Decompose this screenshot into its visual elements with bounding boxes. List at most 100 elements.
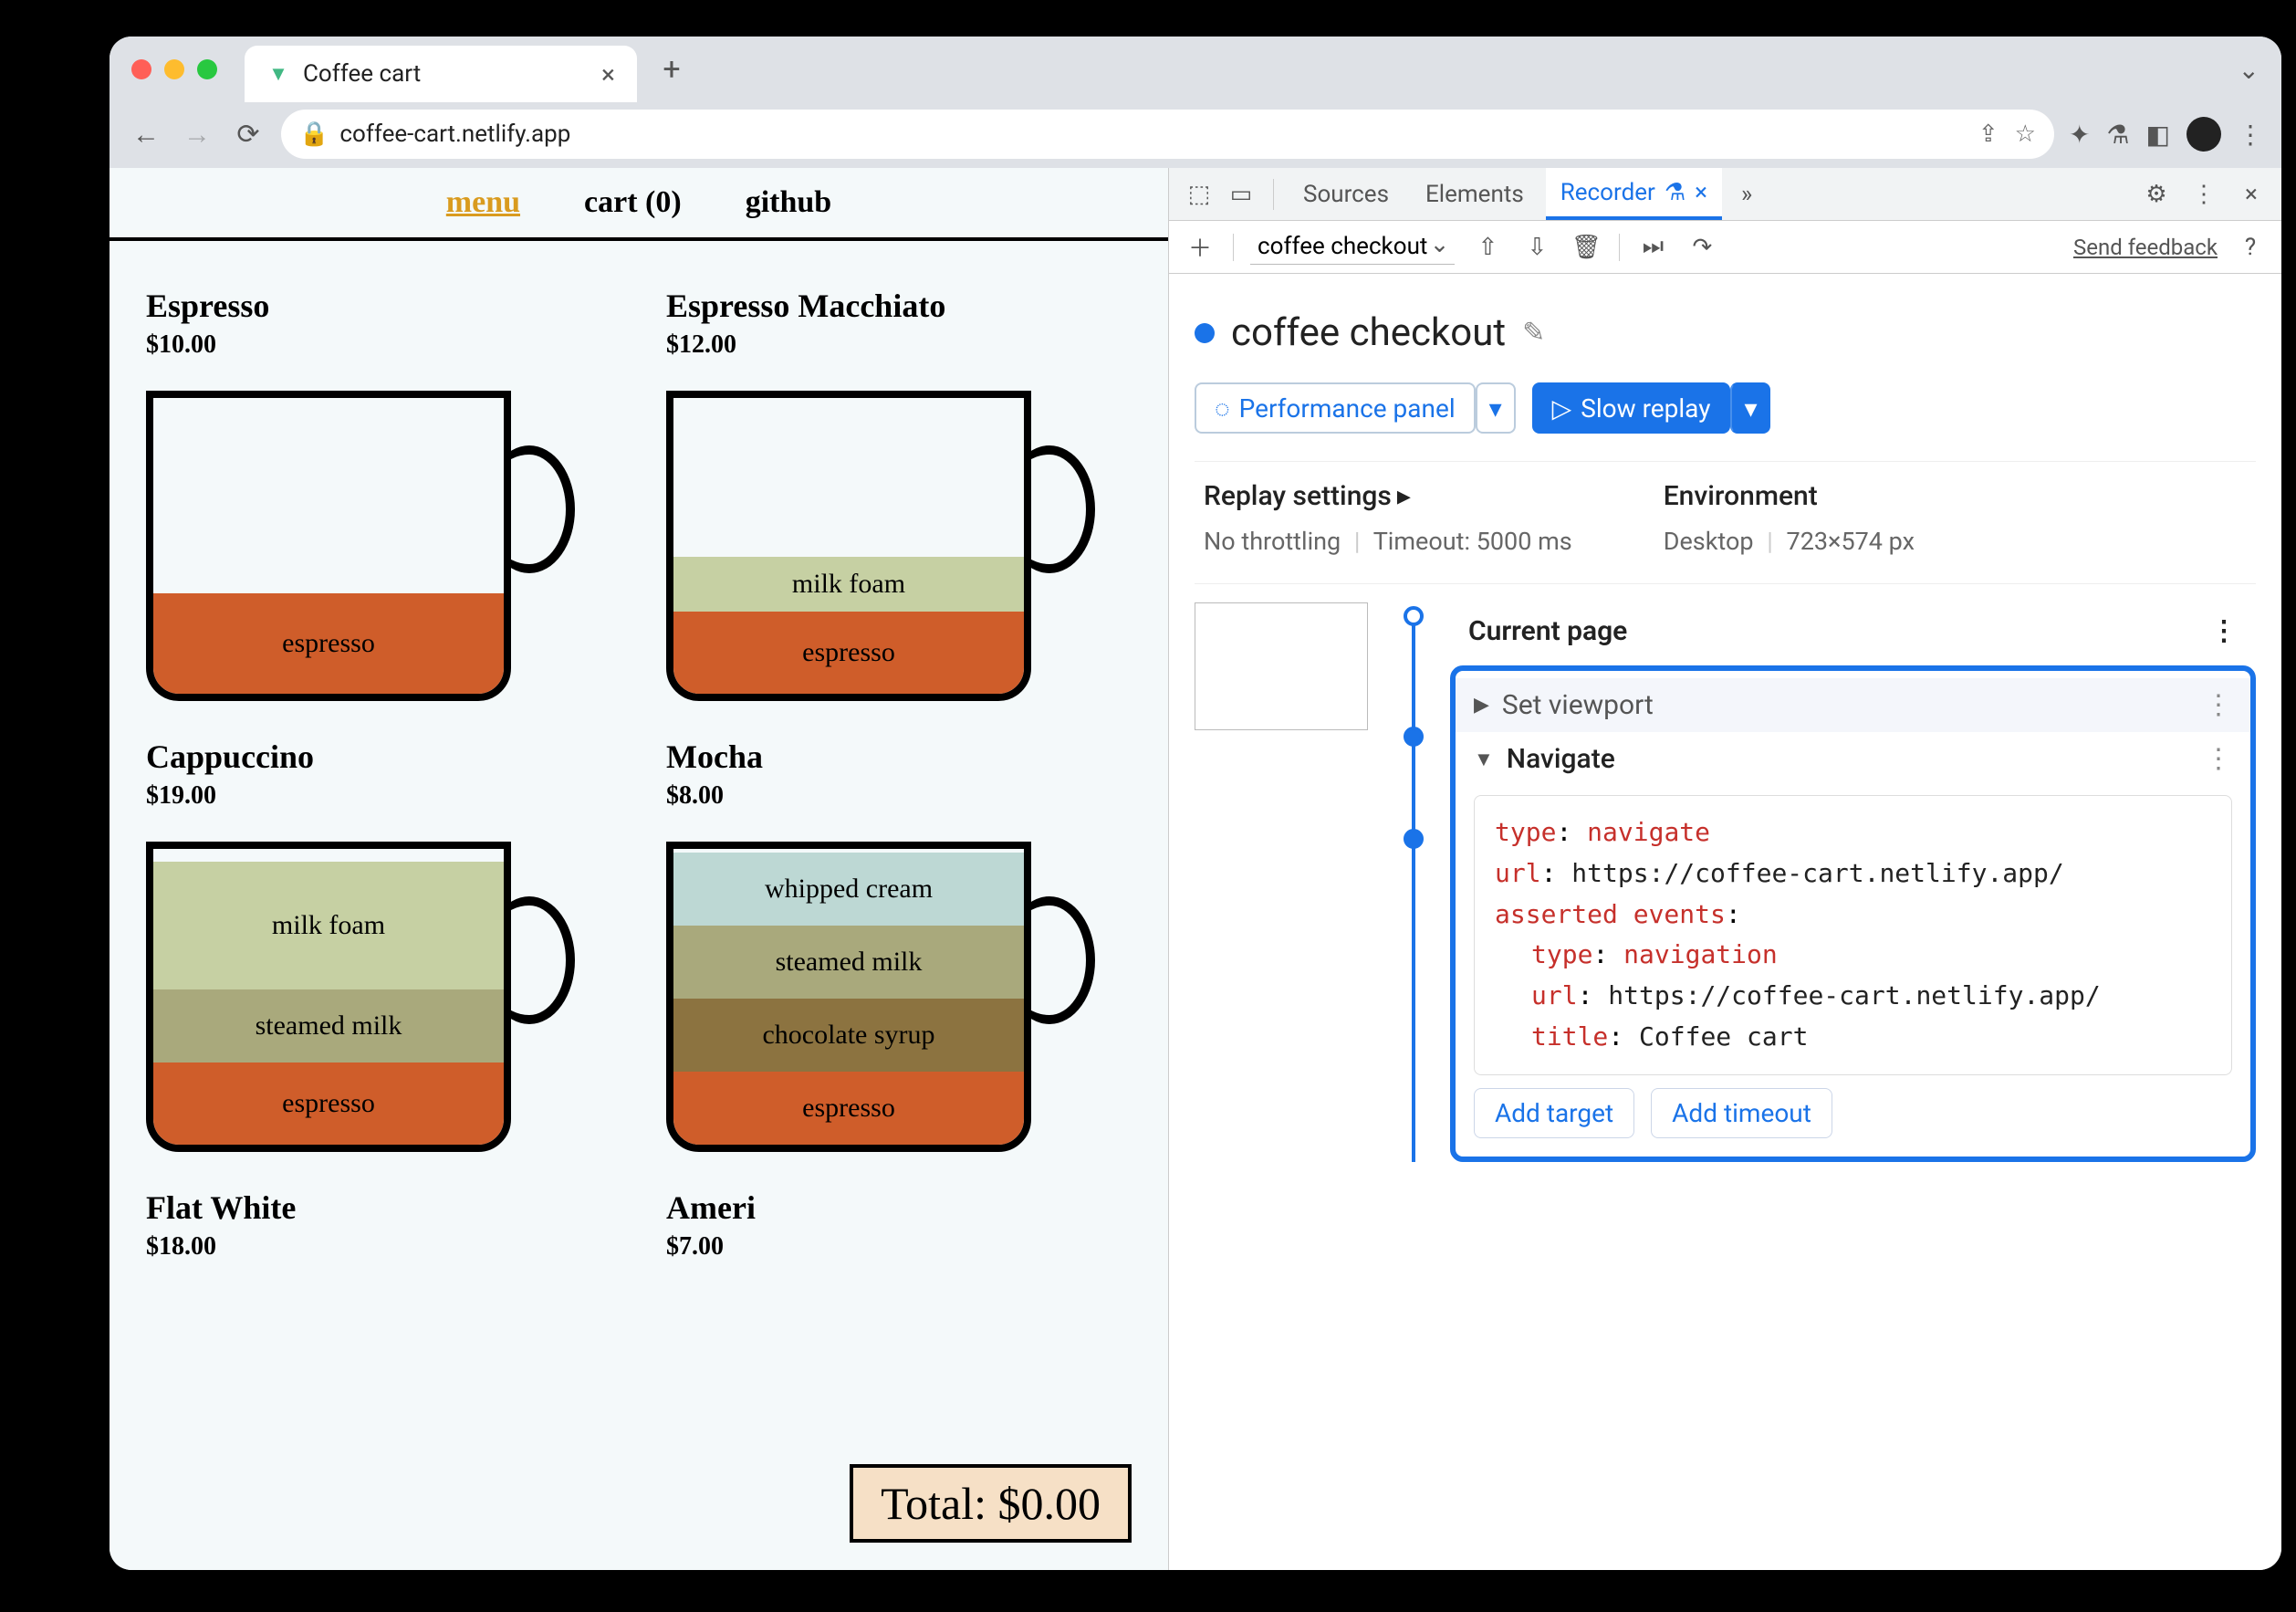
tab-overflow-icon[interactable]: ⌄: [2239, 55, 2259, 85]
extensions-icon[interactable]: ✦: [2069, 120, 2090, 150]
timeline-node[interactable]: [1404, 727, 1424, 747]
performance-panel-dropdown[interactable]: ▾: [1476, 382, 1516, 434]
delete-icon[interactable]: 🗑: [1570, 231, 1602, 264]
recording-name: coffee checkout: [1231, 310, 1506, 355]
browser-menu-icon[interactable]: ⋮: [2238, 120, 2263, 150]
kebab-icon[interactable]: ⋮: [2205, 743, 2232, 775]
kebab-icon[interactable]: ⋮: [2210, 615, 2238, 647]
inspect-icon[interactable]: ⬚: [1182, 177, 1216, 212]
slow-replay-button[interactable]: ▷ Slow replay: [1532, 382, 1731, 434]
product-name: Flat White: [146, 1188, 611, 1227]
tab-recorder[interactable]: Recorder ⚗ ×: [1546, 168, 1722, 220]
step-set-viewport[interactable]: ▶ Set viewport ⋮: [1456, 678, 2250, 732]
lock-icon: 🔒: [299, 120, 329, 148]
export-icon[interactable]: ⇧: [1471, 231, 1504, 264]
more-tabs-icon[interactable]: »: [1729, 177, 1764, 212]
step-navigate[interactable]: ▼ Navigate ⋮: [1456, 732, 2250, 786]
cup-graphic: whipped cream steamed milk chocolate syr…: [666, 823, 1104, 1152]
reload-button[interactable]: ⟳: [230, 116, 266, 152]
cart-total[interactable]: Total: $0.00: [850, 1464, 1132, 1543]
product-price: $19.00: [146, 781, 611, 811]
browser-tab[interactable]: ▼ Coffee cart ×: [245, 46, 637, 102]
labs-icon[interactable]: ⚗: [2106, 120, 2129, 150]
recording-select[interactable]: coffee checkout: [1250, 229, 1455, 265]
product-price: $10.00: [146, 330, 611, 360]
tab-elements[interactable]: Elements: [1411, 168, 1539, 220]
layer-espresso: espresso: [673, 612, 1024, 694]
layer-chocolate-syrup: chocolate syrup: [673, 999, 1024, 1072]
performance-panel-button[interactable]: ◌ Performance panel: [1195, 382, 1476, 434]
kebab-icon[interactable]: ⋮: [2205, 689, 2232, 721]
nav-menu[interactable]: menu: [446, 185, 520, 220]
step-thumbnail: [1195, 602, 1368, 730]
recording-title-row: coffee checkout ✎: [1195, 310, 2256, 355]
replay-settings-heading[interactable]: Replay settings ▸: [1204, 480, 1572, 512]
close-devtools-icon[interactable]: ×: [2234, 177, 2269, 212]
add-timeout-button[interactable]: Add timeout: [1651, 1088, 1832, 1138]
product-name: Espresso Macchiato: [666, 287, 1132, 325]
share-icon[interactable]: ⇪: [1978, 120, 1999, 148]
product-mocha[interactable]: Mocha $8.00 whipped cream steamed milk c…: [666, 738, 1132, 1152]
nav-github[interactable]: github: [746, 185, 832, 220]
browser-window: ▼ Coffee cart × + ⌄ ← → ⟳ 🔒 coffee-cart.…: [110, 37, 2281, 1570]
tab-title: Coffee cart: [303, 60, 421, 88]
cup-graphic: milk foam steamed milk espresso: [146, 823, 584, 1152]
timeline-node[interactable]: [1404, 829, 1424, 849]
settings-row: Replay settings ▸ No throttling | Timeou…: [1195, 461, 2256, 584]
step-icon[interactable]: ↷: [1685, 231, 1718, 264]
bookmark-icon[interactable]: ☆: [2015, 120, 2036, 148]
new-tab-button[interactable]: +: [655, 53, 688, 86]
nav-cart[interactable]: cart (0): [584, 185, 682, 220]
product-americano[interactable]: Ameri $7.00: [666, 1188, 1132, 1274]
profile-avatar[interactable]: [2186, 117, 2221, 152]
maximize-window-icon[interactable]: [197, 59, 217, 79]
back-button[interactable]: ←: [128, 116, 164, 152]
chevron-down-icon: ▼: [1474, 748, 1494, 771]
device-toggle-icon[interactable]: ▭: [1224, 177, 1258, 212]
layer-espresso: espresso: [153, 1062, 504, 1145]
traffic-lights: [131, 59, 217, 79]
tab-close-icon[interactable]: ×: [1695, 179, 1707, 206]
minimize-window-icon[interactable]: [164, 59, 184, 79]
cup-graphic: espresso: [146, 372, 584, 701]
new-recording-icon[interactable]: ＋: [1184, 231, 1216, 264]
product-name: Mocha: [666, 738, 1132, 776]
continue-icon[interactable]: ⏭: [1636, 231, 1669, 264]
send-feedback-link[interactable]: Send feedback: [2073, 235, 2218, 260]
product-name: Ameri: [666, 1188, 1132, 1227]
forward-button[interactable]: →: [179, 116, 215, 152]
devtools-panel: ⬚ ▭ Sources Elements Recorder ⚗ × » ⚙ ⋮ …: [1168, 168, 2281, 1570]
step-current-page[interactable]: Current page ⋮: [1450, 602, 2256, 660]
timeline-node[interactable]: [1404, 606, 1424, 626]
product-espresso[interactable]: Espresso $10.00 espresso: [146, 287, 611, 701]
layer-steamed-milk: steamed milk: [673, 926, 1024, 999]
tab-close-icon[interactable]: ×: [601, 59, 615, 89]
vue-favicon-icon: ▼: [266, 62, 290, 86]
product-name: Cappuccino: [146, 738, 611, 776]
tab-sources[interactable]: Sources: [1289, 168, 1404, 220]
settings-gear-icon[interactable]: ⚙: [2139, 177, 2174, 212]
omnibox[interactable]: 🔒 coffee-cart.netlify.app ⇪ ☆: [281, 110, 2054, 159]
replay-dropdown[interactable]: ▾: [1730, 382, 1770, 434]
timeout-value: Timeout: 5000 ms: [1373, 527, 1572, 556]
product-price: $8.00: [666, 781, 1132, 811]
layer-espresso: espresso: [673, 1072, 1024, 1145]
url-bar: ← → ⟳ 🔒 coffee-cart.netlify.app ⇪ ☆ ✦ ⚗ …: [110, 102, 2281, 168]
close-window-icon[interactable]: [131, 59, 151, 79]
recording-dot-icon: [1195, 323, 1215, 343]
product-flat-white[interactable]: Flat White $18.00: [146, 1188, 611, 1274]
product-cappuccino[interactable]: Cappuccino $19.00 milk foam steamed milk…: [146, 738, 611, 1152]
import-icon[interactable]: ⇩: [1520, 231, 1553, 264]
env-size: 723×574 px: [1787, 527, 1915, 556]
chevron-right-icon: ▶: [1474, 694, 1489, 717]
site-nav: menu cart (0) github: [110, 168, 1168, 241]
layer-steamed-milk: steamed milk: [153, 989, 504, 1062]
layer-milk-foam: milk foam: [673, 557, 1024, 612]
sidepanel-icon[interactable]: ◧: [2146, 120, 2170, 150]
product-macchiato[interactable]: Espresso Macchiato $12.00 milk foam espr…: [666, 287, 1132, 701]
edit-name-icon[interactable]: ✎: [1522, 317, 1545, 349]
product-price: $7.00: [666, 1232, 1132, 1261]
help-icon[interactable]: ?: [2234, 231, 2267, 264]
add-target-button[interactable]: Add target: [1474, 1088, 1634, 1138]
kebab-menu-icon[interactable]: ⋮: [2186, 177, 2221, 212]
